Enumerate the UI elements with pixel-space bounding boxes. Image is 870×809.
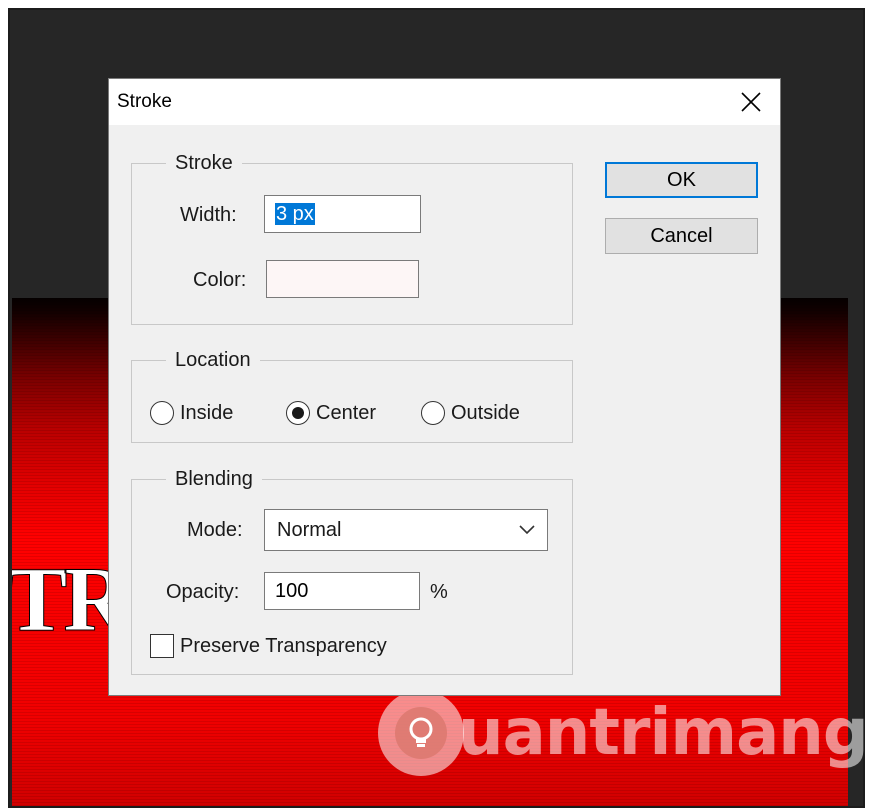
cancel-button[interactable]: Cancel: [605, 218, 758, 254]
radio-inside[interactable]: Inside: [150, 400, 233, 426]
watermark: uantrimang: [378, 688, 869, 778]
color-swatch[interactable]: [266, 260, 419, 298]
radio-inside-label: Inside: [180, 402, 234, 424]
stroke-dialog: Stroke Stroke Width: 3 px Color: Locatio…: [108, 78, 781, 696]
preserve-transparency-label: Preserve Transparency: [180, 635, 387, 657]
location-group-legend: Location: [166, 347, 260, 373]
opacity-unit: %: [430, 581, 448, 603]
stroke-group-legend: Stroke: [166, 150, 242, 176]
color-label: Color:: [193, 269, 247, 291]
radio-center-label: Center: [316, 402, 377, 424]
radio-inside-circle[interactable]: [150, 401, 174, 425]
watermark-text: uantrimang: [458, 696, 869, 770]
stroke-group: Stroke Width: 3 px Color:: [131, 150, 573, 325]
mode-select[interactable]: Normal: [264, 509, 548, 551]
preserve-transparency-checkbox[interactable]: Preserve Transparency: [150, 633, 387, 659]
location-group: Location Inside Center Outside: [131, 347, 573, 443]
blending-group-legend: Blending: [166, 466, 262, 492]
mode-value: Normal: [277, 519, 342, 541]
opacity-input[interactable]: 100: [264, 572, 420, 610]
radio-outside-label: Outside: [451, 402, 520, 424]
checkbox-box[interactable]: [150, 634, 174, 658]
radio-center[interactable]: Center: [286, 400, 376, 426]
radio-outside[interactable]: Outside: [421, 400, 520, 426]
close-icon: [741, 92, 761, 112]
blending-group: Blending Mode: Normal Opacity: 100 % Pre…: [131, 466, 573, 675]
close-button[interactable]: [722, 79, 780, 125]
width-value: 3 px: [275, 203, 315, 225]
mode-label: Mode:: [187, 519, 243, 541]
width-label: Width:: [180, 204, 237, 226]
dialog-title: Stroke: [117, 91, 172, 112]
opacity-label: Opacity:: [166, 581, 240, 603]
opacity-value: 100: [275, 580, 309, 602]
ok-button[interactable]: OK: [605, 162, 758, 198]
radio-selected-dot: [292, 407, 304, 419]
radio-outside-circle[interactable]: [421, 401, 445, 425]
width-input[interactable]: 3 px: [264, 195, 421, 233]
dialog-titlebar[interactable]: Stroke: [109, 79, 780, 125]
chevron-down-icon: [519, 525, 535, 535]
radio-center-circle[interactable]: [286, 401, 310, 425]
watermark-logo-icon: [378, 690, 464, 776]
